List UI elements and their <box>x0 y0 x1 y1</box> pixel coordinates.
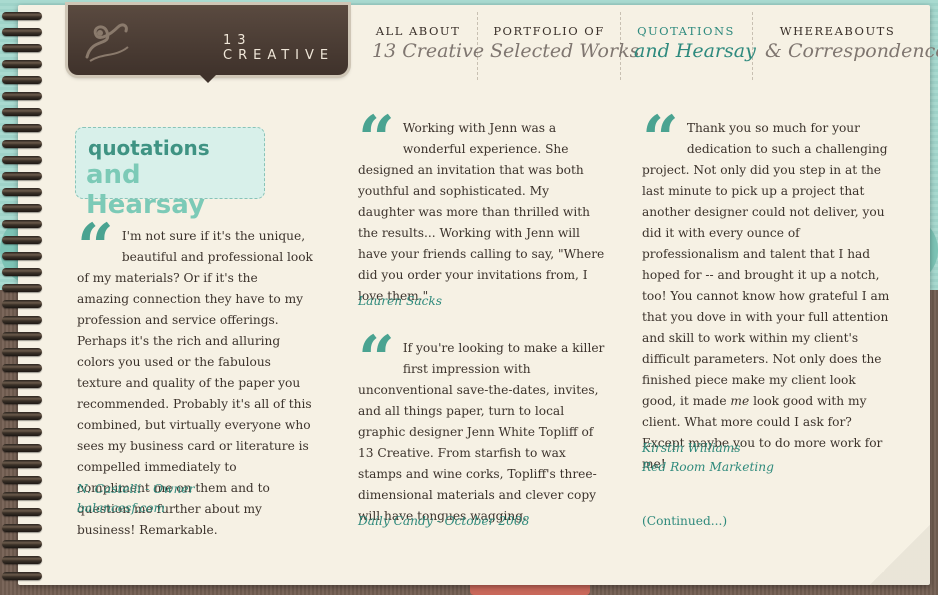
nav-about-top: ALL ABOUT <box>375 24 461 38</box>
nav-whereabouts[interactable]: WHEREABOUTS & Correspondence <box>765 24 938 62</box>
nav-portfolio-top: PORTFOLIO OF <box>493 24 605 38</box>
nav-whereabouts-bottom: & Correspondence <box>765 40 938 62</box>
spiral-ring <box>2 252 42 260</box>
logo-text: 13 CREATIVE <box>223 33 335 63</box>
nav-quotations-bottom: and Hearsay <box>634 40 756 62</box>
spiral-ring <box>2 156 42 164</box>
quote-mark-icon: “ <box>642 102 679 177</box>
spiral-binding <box>0 12 48 587</box>
quote-williams: “Thank you so much for your dedication t… <box>642 102 892 475</box>
spiral-ring <box>2 540 42 548</box>
spiral-ring <box>2 364 42 372</box>
spiral-ring <box>2 556 42 564</box>
spiral-ring <box>2 44 42 52</box>
spiral-ring <box>2 220 42 228</box>
spiral-ring <box>2 12 42 20</box>
spiral-ring <box>2 492 42 500</box>
spiral-ring <box>2 108 42 116</box>
quote-author: Daily Candy - October 2008 <box>358 514 530 528</box>
nav-quotations[interactable]: QUOTATIONS and Hearsay <box>634 24 756 62</box>
quote-text: If you're looking to make a killer first… <box>358 341 605 523</box>
spiral-ring <box>2 476 42 484</box>
quote-text-pre: Thank you so much for your dedication to… <box>642 121 890 408</box>
quote-text: Working with Jenn was a wonderful experi… <box>358 121 605 303</box>
quote-mark-icon: “ <box>358 322 395 397</box>
quote-mark-icon: “ <box>77 210 114 285</box>
nav-whereabouts-top: WHEREABOUTS <box>779 24 896 38</box>
spiral-ring <box>2 508 42 516</box>
nav-portfolio[interactable]: PORTFOLIO OF Selected Works <box>490 24 640 62</box>
spiral-ring <box>2 428 42 436</box>
spiral-ring <box>2 380 42 388</box>
spiral-ring <box>2 204 42 212</box>
spiral-ring <box>2 316 42 324</box>
quote-text-emphasis: me <box>730 394 750 408</box>
spiral-ring <box>2 348 42 356</box>
nav-about[interactable]: ALL ABOUT 13 Creative <box>372 24 485 62</box>
spiral-ring <box>2 188 42 196</box>
section-title-badge: quotations and Hearsay <box>75 127 265 220</box>
spiral-ring <box>2 524 42 532</box>
quote-author: Kirstin Williams <box>642 441 741 455</box>
quote-author: N. Castelli - Owner <box>77 482 195 496</box>
spiral-ring <box>2 236 42 244</box>
quote-attribution: Kirstin Williams Red Room Marketing <box>642 439 774 477</box>
continued-link[interactable]: (Continued...) <box>642 514 727 528</box>
quote-mark-icon: “ <box>358 102 395 177</box>
spiral-ring <box>2 92 42 100</box>
logo-tab[interactable]: 13 CREATIVE <box>68 5 348 75</box>
spiral-ring <box>2 140 42 148</box>
spiral-ring <box>2 60 42 68</box>
nav-portfolio-bottom: Selected Works <box>490 40 640 62</box>
spiral-ring <box>2 28 42 36</box>
nav-about-bottom: 13 Creative <box>372 40 485 62</box>
spiral-ring <box>2 332 42 340</box>
logo-notch <box>198 73 218 83</box>
section-title-line1: quotations <box>88 136 210 160</box>
flourish-icon <box>85 23 129 62</box>
spiral-ring <box>2 268 42 276</box>
spiral-ring <box>2 444 42 452</box>
spiral-ring <box>2 124 42 132</box>
quote-org-link[interactable]: balancesf.com <box>77 499 194 518</box>
quote-sacks: “Working with Jenn was a wonderful exper… <box>358 102 608 307</box>
spiral-ring <box>2 412 42 420</box>
spiral-ring <box>2 572 42 580</box>
quote-org: Red Room Marketing <box>642 460 774 474</box>
spiral-ring <box>2 460 42 468</box>
quote-attribution: Daily Candy - October 2008 <box>358 512 529 531</box>
spiral-ring <box>2 172 42 180</box>
quote-attribution: N. Castelli - Owner balancesf.com <box>77 480 194 518</box>
spiral-ring <box>2 396 42 404</box>
spiral-ring <box>2 76 42 84</box>
spiral-ring <box>2 300 42 308</box>
spiral-ring <box>2 284 42 292</box>
nav-quotations-top: QUOTATIONS <box>637 24 735 38</box>
quote-author: Lauren Sacks <box>358 294 443 308</box>
quote-daily-candy: “If you're looking to make a killer firs… <box>358 322 610 527</box>
quote-attribution: Lauren Sacks <box>358 292 442 311</box>
